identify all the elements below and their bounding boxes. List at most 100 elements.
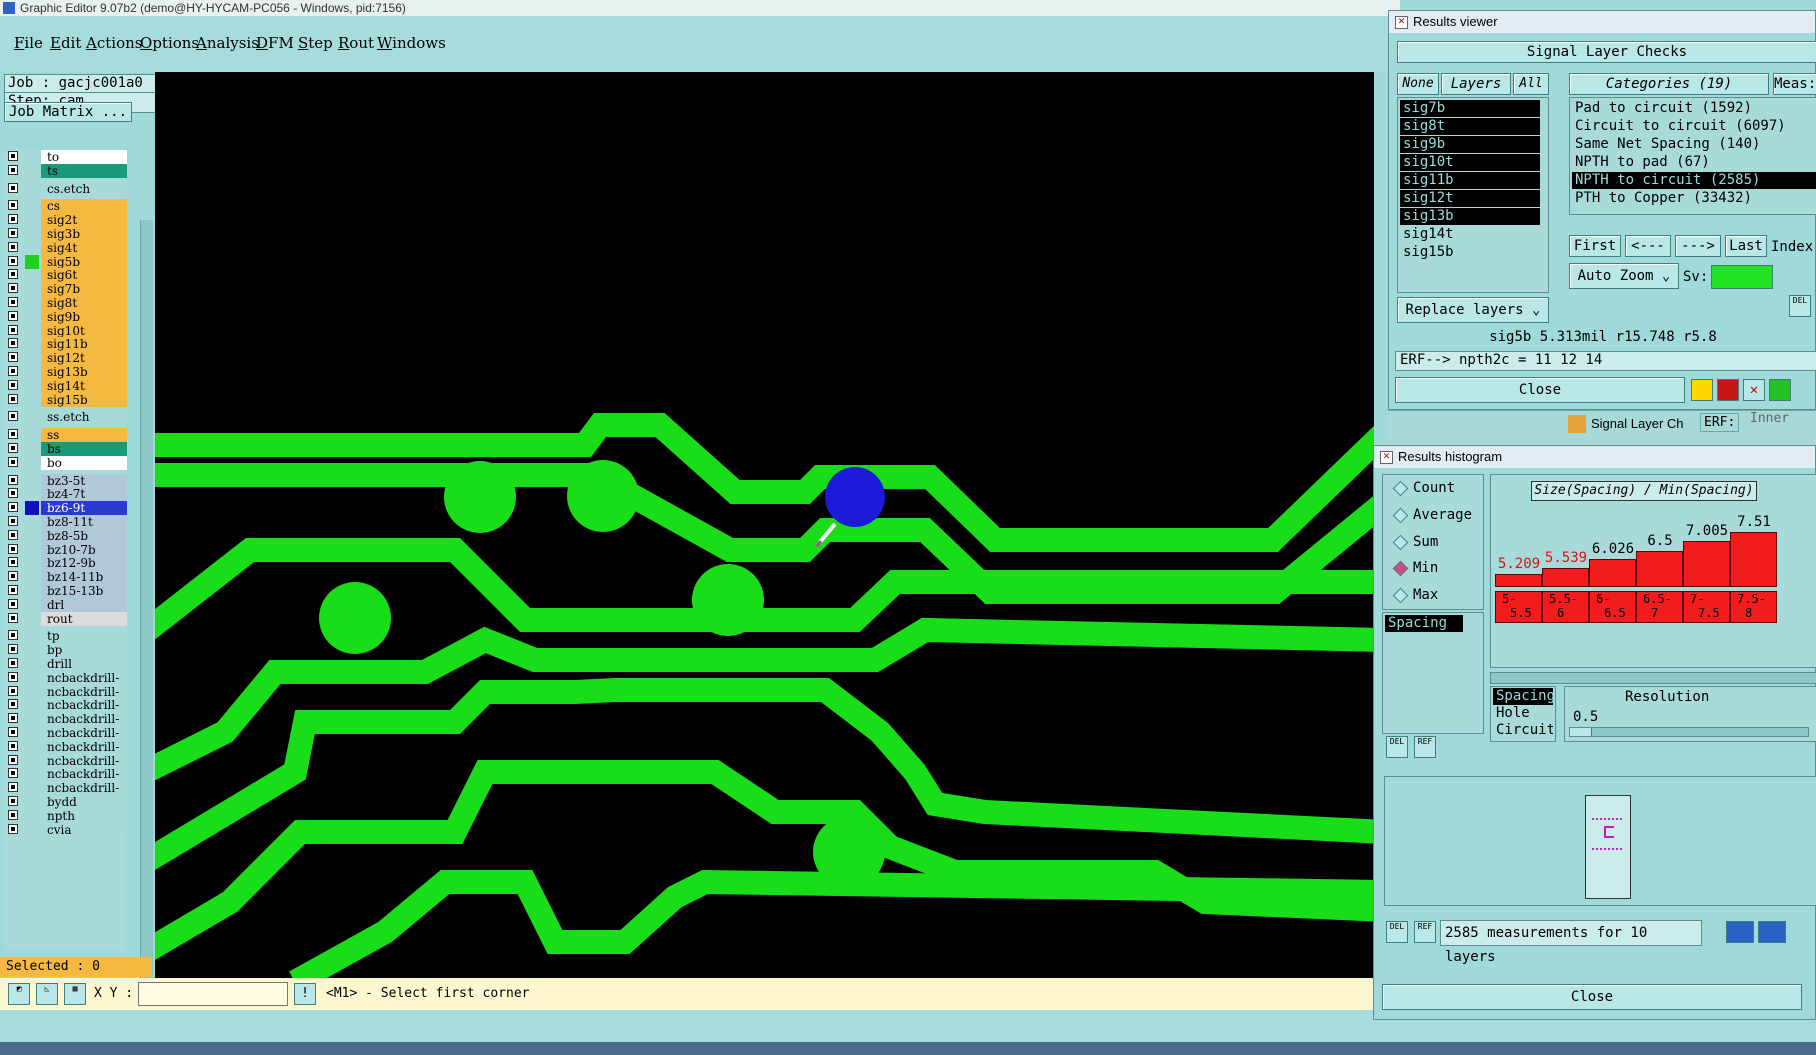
- layer-color-swatch[interactable]: [25, 529, 39, 543]
- layer-color-swatch[interactable]: [25, 515, 39, 529]
- histogram-bar[interactable]: [1589, 559, 1636, 587]
- layer-checkbox[interactable]: [8, 598, 18, 609]
- menu-dfm[interactable]: DFM: [256, 34, 294, 52]
- layer-row[interactable]: sig8t: [5, 296, 127, 310]
- layer-checkbox[interactable]: [8, 768, 18, 779]
- layer-name[interactable]: ncbackdrill-: [41, 781, 127, 796]
- layer-checkbox[interactable]: [8, 228, 18, 238]
- layer-color-swatch[interactable]: [25, 474, 39, 488]
- layer-name[interactable]: cs: [41, 199, 127, 214]
- layer-checkbox[interactable]: [8, 713, 18, 724]
- layer-checkbox[interactable]: [8, 338, 18, 349]
- menu-file[interactable]: File: [14, 34, 43, 52]
- layer-color-swatch[interactable]: [25, 442, 39, 456]
- layer-row[interactable]: sig12t: [5, 351, 127, 366]
- refresh-icon[interactable]: REF: [1414, 736, 1436, 758]
- layer-name[interactable]: sig12t: [41, 351, 127, 366]
- layer-name[interactable]: sig13b: [41, 365, 127, 379]
- delete-icon[interactable]: DEL: [1386, 736, 1408, 758]
- layer-name[interactable]: sig14t: [41, 378, 127, 393]
- list-item[interactable]: sig12t: [1400, 190, 1540, 207]
- list-item[interactable]: sig8t: [1400, 118, 1540, 135]
- layer-name[interactable]: sig11b: [41, 337, 127, 352]
- layer-color-swatch[interactable]: [25, 410, 39, 424]
- layer-row[interactable]: bp: [5, 643, 127, 658]
- prev-button[interactable]: <---: [1625, 235, 1671, 257]
- list-item[interactable]: sig11b: [1400, 172, 1540, 189]
- layer-name[interactable]: bz14-11b: [41, 570, 127, 585]
- layer-row[interactable]: sig7b: [5, 282, 127, 297]
- layer-row[interactable]: ncbackdrill-: [5, 670, 127, 685]
- layer-color-swatch[interactable]: [25, 150, 39, 164]
- layer-checkbox[interactable]: [8, 164, 18, 175]
- list-item[interactable]: sig7b: [1400, 100, 1540, 117]
- layer-row[interactable]: npth: [5, 808, 127, 823]
- layer-row[interactable]: bydd: [5, 795, 127, 809]
- layer-color-swatch[interactable]: [25, 657, 39, 671]
- layer-row[interactable]: bz8-5b: [5, 528, 127, 543]
- layer-name[interactable]: ncbackdrill-: [41, 712, 127, 727]
- layer-color-swatch[interactable]: [25, 182, 39, 196]
- layer-checkbox[interactable]: [8, 182, 18, 193]
- layer-name[interactable]: bz12-9b: [41, 556, 127, 571]
- layer-color-swatch[interactable]: [25, 726, 39, 740]
- layer-list-scrollbar[interactable]: [140, 220, 153, 1020]
- layer-checkbox[interactable]: [8, 297, 18, 307]
- layer-color-swatch[interactable]: [25, 809, 39, 823]
- layer-color-swatch[interactable]: [25, 767, 39, 781]
- list-item-selected[interactable]: Spacing: [1385, 615, 1463, 632]
- layer-row[interactable]: bz8-11t: [5, 515, 127, 529]
- resolution-slider-thumb[interactable]: [1570, 728, 1592, 736]
- layer-color-swatch[interactable]: [25, 487, 39, 501]
- layer-name[interactable]: sig3b: [41, 227, 127, 241]
- layer-name[interactable]: bz8-11t: [41, 515, 127, 529]
- layer-checkbox[interactable]: [8, 571, 18, 582]
- histogram-bar[interactable]: [1636, 550, 1683, 587]
- layer-color-swatch[interactable]: [25, 282, 39, 296]
- layer-row[interactable]: ss.etch: [5, 410, 127, 425]
- layer-color-swatch[interactable]: [25, 556, 39, 570]
- layer-name[interactable]: bz10-7b: [41, 542, 127, 557]
- graphic-canvas[interactable]: [155, 72, 1374, 978]
- histogram-close-button[interactable]: Close: [1382, 984, 1802, 1010]
- layer-checkbox[interactable]: [8, 269, 18, 280]
- layer-color-swatch[interactable]: [25, 643, 39, 657]
- histogram-bar[interactable]: [1542, 568, 1589, 587]
- layer-checkbox[interactable]: [8, 352, 18, 363]
- list-item[interactable]: Pad to circuit (1592): [1572, 100, 1816, 117]
- histogram-bar[interactable]: [1683, 541, 1730, 587]
- layer-name[interactable]: drill: [41, 657, 127, 671]
- histogram-bar[interactable]: [1495, 574, 1542, 587]
- layer-checkbox[interactable]: [8, 612, 18, 623]
- layer-color-swatch[interactable]: [25, 781, 39, 795]
- layer-checkbox[interactable]: [8, 474, 18, 485]
- layer-name[interactable]: bz6-9t: [41, 501, 127, 516]
- layer-name[interactable]: sig4t: [41, 240, 127, 255]
- export-icon[interactable]: [1769, 379, 1791, 401]
- job-matrix-button[interactable]: Job Matrix ...: [4, 102, 132, 122]
- layer-checkbox[interactable]: [8, 823, 18, 834]
- layer-name[interactable]: bydd: [41, 795, 127, 809]
- layer-name[interactable]: bo: [41, 455, 127, 470]
- layer-row[interactable]: bz6-9t: [5, 501, 127, 516]
- layer-name[interactable]: ncbackdrill-: [41, 698, 127, 713]
- list-item[interactable]: sig13b: [1400, 208, 1540, 225]
- alert-icon[interactable]: !: [294, 983, 316, 1005]
- layer-checkbox[interactable]: [8, 214, 18, 225]
- zoom-tool-icon[interactable]: ◩: [8, 983, 30, 1005]
- menu-options[interactable]: Options: [140, 34, 199, 52]
- layers-header-button[interactable]: Layers: [1441, 73, 1511, 95]
- layer-checkbox[interactable]: [8, 200, 18, 211]
- layer-row[interactable]: sig3b: [5, 227, 127, 241]
- layer-name[interactable]: sig8t: [41, 296, 127, 310]
- grid-tool-icon[interactable]: ▦: [64, 983, 86, 1005]
- layer-color-swatch[interactable]: [25, 268, 39, 282]
- layer-color-swatch[interactable]: [25, 428, 39, 442]
- menu-actions[interactable]: Actions: [86, 34, 142, 52]
- layer-name[interactable]: ncbackdrill-: [41, 726, 127, 740]
- layer-row[interactable]: ss: [5, 428, 127, 443]
- layer-checkbox[interactable]: [8, 324, 18, 335]
- layer-name[interactable]: ncbackdrill-: [41, 753, 127, 768]
- layer-checkbox[interactable]: [8, 379, 18, 390]
- layer-name[interactable]: bz8-5b: [41, 528, 127, 543]
